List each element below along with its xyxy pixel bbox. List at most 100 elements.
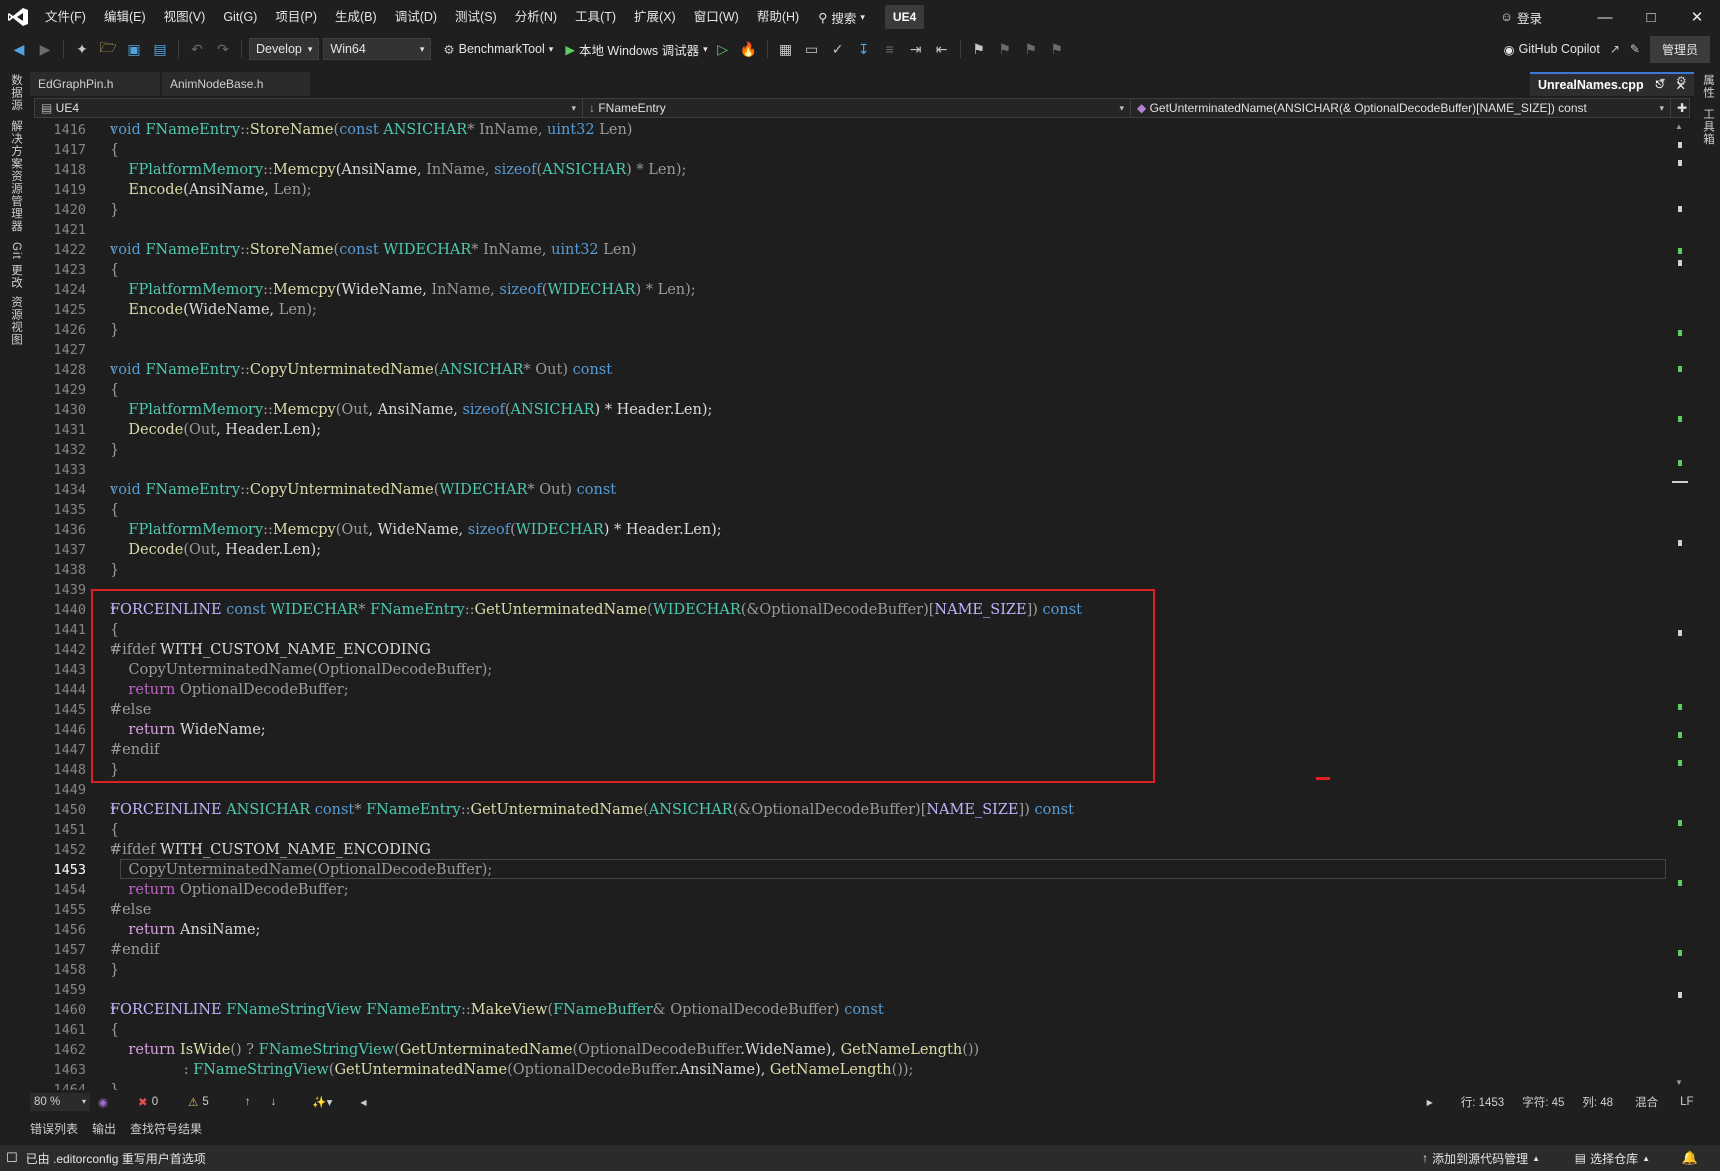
error-icon[interactable]: ✖ <box>138 1095 148 1109</box>
login-button[interactable]: ☺ 登录 <box>1500 8 1542 27</box>
code-line[interactable]: FPlatformMemory::Memcpy(Out, WideName, s… <box>110 520 721 540</box>
menu-item-3[interactable]: Git(G) <box>214 0 266 34</box>
redo-icon[interactable]: ↷ <box>212 38 234 60</box>
tab-unrealnames-active[interactable]: UnrealNames.cpp ⎋ ✕ <box>1529 72 1694 96</box>
code-line[interactable]: { <box>110 820 119 840</box>
start-without-debugging-icon[interactable]: ▷ <box>712 38 734 60</box>
maximize-button[interactable]: □ <box>1628 0 1674 34</box>
code-line[interactable]: } <box>110 320 119 340</box>
notifications-bell-icon[interactable]: 🔔 <box>1682 1150 1698 1166</box>
menu-item-8[interactable]: 分析(N) <box>506 0 566 34</box>
column-indicator[interactable]: 列: 48 <box>1582 1094 1613 1110</box>
solution-explorer-icon[interactable]: ▦ <box>775 38 797 60</box>
indent-icon[interactable]: ⇥ <box>905 38 927 60</box>
format-icon[interactable]: ≡ <box>879 38 901 60</box>
code-line[interactable]: { <box>110 260 119 280</box>
code-line[interactable]: FORCEINLINE ANSICHAR const* FNameEntry::… <box>110 800 1074 820</box>
menu-item-0[interactable]: 文件(F) <box>36 0 95 34</box>
spell-check-icon[interactable]: ✓ <box>827 38 849 60</box>
next-bookmark-icon[interactable]: ⚑ <box>1020 38 1042 60</box>
bookmark-icon[interactable]: ⚑ <box>968 38 990 60</box>
warning-count[interactable]: 5 <box>202 1096 208 1108</box>
code-line[interactable]: FPlatformMemory::Memcpy(AnsiName, InName… <box>110 160 686 180</box>
scope-dropdown[interactable]: ↓ FNameEntry ▾ <box>583 99 1131 117</box>
data-sources-tab[interactable]: 数据源 <box>8 74 24 112</box>
code-line[interactable]: : FNameStringView(GetUnterminatedName(Op… <box>110 1060 914 1080</box>
minimize-button[interactable]: — <box>1582 0 1628 34</box>
properties-tab[interactable]: 属性 <box>1700 74 1716 99</box>
code-line[interactable]: } <box>110 560 119 580</box>
scroll-left-arrow[interactable]: ◀ <box>360 1098 366 1107</box>
previous-issue-icon[interactable]: ↑ <box>245 1096 251 1108</box>
back-icon[interactable]: ◀ <box>8 38 30 60</box>
step-into-icon[interactable]: ↧ <box>853 38 875 60</box>
undo-icon[interactable]: ↶ <box>186 38 208 60</box>
code-line[interactable]: void FNameEntry::StoreName(const ANSICHA… <box>110 120 632 140</box>
menu-item-11[interactable]: 窗口(W) <box>685 0 748 34</box>
platform-dropdown[interactable]: Win64 ▾ <box>323 38 432 60</box>
code-line[interactable]: CopyUnterminatedName(OptionalDecodeBuffe… <box>110 860 492 880</box>
code-line[interactable]: return OptionalDecodeBuffer; <box>110 880 348 900</box>
select-repository-button[interactable]: ▤ 选择仓库 ▲ <box>1575 1145 1650 1171</box>
code-line[interactable]: { <box>110 380 119 400</box>
scroll-up-arrow[interactable]: ▲ <box>1675 122 1683 131</box>
menu-item-6[interactable]: 调试(D) <box>386 0 446 34</box>
open-folder-icon[interactable]: 🗁 <box>97 38 119 60</box>
split-editor-icon[interactable]: ✚ <box>1671 99 1689 117</box>
menu-item-7[interactable]: 测试(S) <box>446 0 506 34</box>
tab-error-list[interactable]: 错误列表 <box>30 1120 78 1137</box>
project-dropdown[interactable]: ▤ UE4 ▾ <box>35 99 583 117</box>
start-debugging-button[interactable]: ▶ 本地 Windows 调试器 ▾ <box>565 40 707 59</box>
share-icon[interactable]: ↗ <box>1610 42 1620 56</box>
zoom-dropdown[interactable]: 80 % ▾ <box>30 1093 90 1111</box>
code-cleanup-icon[interactable]: ✨▾ <box>312 1095 332 1109</box>
code-line[interactable]: FPlatformMemory::Memcpy(WideName, InName… <box>110 280 695 300</box>
scroll-thumb-marker[interactable] <box>1672 481 1688 483</box>
code-line[interactable]: return AnsiName; <box>110 920 260 940</box>
intellicode-icon[interactable]: ◉ <box>98 1095 108 1109</box>
forward-icon[interactable]: ▶ <box>34 38 56 60</box>
vertical-scrollbar[interactable]: ▲ ▼ <box>1670 120 1688 1090</box>
code-line[interactable]: void FNameEntry::StoreName(const WIDECHA… <box>110 240 637 260</box>
code-line[interactable]: } <box>110 960 119 980</box>
startup-project-dropdown[interactable]: ⚙ BenchmarkTool ▾ <box>443 42 553 57</box>
tab-overflow-icon[interactable]: ▾ <box>1660 76 1665 87</box>
admin-badge[interactable]: 管理员 <box>1649 35 1710 63</box>
code-line[interactable]: Decode(Out, Header.Len); <box>110 420 321 440</box>
code-line[interactable]: { <box>110 140 119 160</box>
menu-item-4[interactable]: 项目(P) <box>266 0 326 34</box>
previous-bookmark-icon[interactable]: ⚑ <box>994 38 1016 60</box>
toolbox-tab[interactable]: 工具箱 <box>1700 108 1716 146</box>
tab-animnodebase[interactable]: AnimNodeBase.h <box>162 72 310 96</box>
solution-explorer-tab[interactable]: 解决方案资源管理器 <box>8 120 24 233</box>
menu-item-10[interactable]: 扩展(X) <box>625 0 685 34</box>
error-count[interactable]: 0 <box>152 1096 158 1108</box>
resource-view-tab[interactable]: 资源视图 <box>8 296 24 346</box>
feedback-icon[interactable]: ✎ <box>1630 42 1640 56</box>
menu-item-12[interactable]: 帮助(H) <box>748 0 808 34</box>
code-line[interactable]: return IsWide() ? FNameStringView(GetUnt… <box>110 1040 979 1060</box>
menu-item-1[interactable]: 编辑(E) <box>95 0 155 34</box>
tabs-indicator[interactable]: 混合 <box>1635 1094 1658 1110</box>
hot-reload-icon[interactable]: 🔥 <box>738 38 760 60</box>
new-project-icon[interactable]: ✦ <box>71 38 93 60</box>
git-changes-tab[interactable]: Git 更改 <box>8 242 24 289</box>
code-line[interactable]: Encode(WideName, Len); <box>110 300 316 320</box>
comment-icon[interactable]: ⇤ <box>931 38 953 60</box>
save-icon[interactable]: ▣ <box>123 38 145 60</box>
code-line[interactable]: #endif <box>110 940 159 960</box>
code-line[interactable]: void FNameEntry::CopyUnterminatedName(WI… <box>110 480 616 500</box>
search-box[interactable]: ⚲ 搜索 ▾ <box>808 8 875 27</box>
code-line[interactable]: Decode(Out, Header.Len); <box>110 540 321 560</box>
code-line[interactable]: } <box>110 440 119 460</box>
window-layout-icon[interactable]: ▭ <box>801 38 823 60</box>
next-issue-icon[interactable]: ↓ <box>271 1096 277 1108</box>
solution-name-badge[interactable]: UE4 <box>884 5 925 29</box>
code-line[interactable]: } <box>110 1080 119 1090</box>
code-line[interactable]: { <box>110 500 119 520</box>
member-dropdown[interactable]: ◆ GetUnterminatedName(ANSICHAR(& Optiona… <box>1131 99 1671 117</box>
line-ending-indicator[interactable]: LF <box>1680 1096 1693 1108</box>
menu-item-9[interactable]: 工具(T) <box>566 0 625 34</box>
code-line[interactable]: #ifdef WITH_CUSTOM_NAME_ENCODING <box>110 840 431 860</box>
add-to-source-control-button[interactable]: ↑ 添加到源代码管理 ▲ <box>1422 1145 1540 1171</box>
